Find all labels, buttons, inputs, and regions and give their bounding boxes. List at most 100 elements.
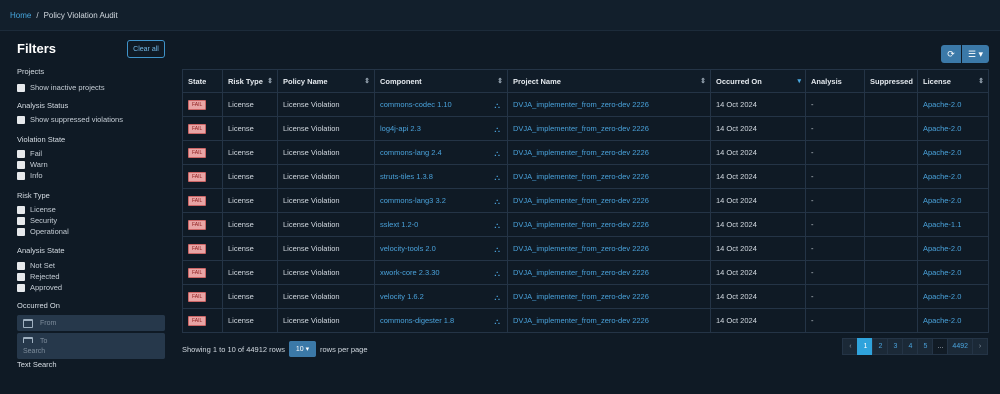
license-link[interactable]: Apache-2.0 <box>923 244 961 253</box>
column-header-license[interactable]: License ⇕ <box>917 69 989 93</box>
clear-all-button[interactable]: Clear all <box>127 40 165 58</box>
column-header-state[interactable]: State <box>182 69 223 93</box>
text-search-input[interactable]: Search <box>17 343 165 359</box>
pagination-last-page[interactable]: 4492 <box>947 338 973 355</box>
dependency-graph-icon[interactable]: ⛬ <box>494 269 500 279</box>
license-link[interactable]: Apache-2.0 <box>923 268 961 277</box>
component-link[interactable]: commons-lang 2.4 <box>380 148 442 157</box>
column-header-project-name[interactable]: Project Name ⇕ <box>507 69 711 93</box>
license-link[interactable]: Apache-2.0 <box>923 316 961 325</box>
violation-state-warn-checkbox[interactable]: Warn <box>17 160 48 169</box>
column-header-analysis[interactable]: Analysis <box>805 69 865 93</box>
license-cell: Apache-2.0 <box>917 92 989 117</box>
calendar-icon[interactable] <box>23 318 33 328</box>
component-link[interactable]: xwork-core 2.3.30 <box>380 268 440 277</box>
pagination-next-button[interactable]: › <box>972 338 988 355</box>
component-link[interactable]: sslext 1.2-0 <box>380 220 418 229</box>
dependency-graph-icon[interactable]: ⛬ <box>494 293 500 303</box>
project-link[interactable]: DVJA_implementer_from_zero-dev 2226 <box>513 244 649 253</box>
license-link[interactable]: Apache-2.0 <box>923 148 961 157</box>
risk-type-license-checkbox[interactable]: License <box>17 205 56 214</box>
checkbox-box[interactable] <box>17 83 25 92</box>
component-link[interactable]: velocity-tools 2.0 <box>380 244 436 253</box>
checkbox-box[interactable] <box>17 272 25 281</box>
project-link[interactable]: DVJA_implementer_from_zero-dev 2226 <box>513 196 649 205</box>
dependency-graph-icon[interactable]: ⛬ <box>494 197 500 207</box>
license-link[interactable]: Apache-2.0 <box>923 196 961 205</box>
policy-name-cell: License Violation <box>277 188 375 213</box>
dependency-graph-icon[interactable]: ⛬ <box>494 317 500 327</box>
project-link[interactable]: DVJA_implementer_from_zero-dev 2226 <box>513 268 649 277</box>
project-link[interactable]: DVJA_implementer_from_zero-dev 2226 <box>513 220 649 229</box>
license-link[interactable]: Apache-2.0 <box>923 124 961 133</box>
sort-icon[interactable]: ⇕ <box>364 77 370 85</box>
analysis-state-approved-checkbox[interactable]: Approved <box>17 283 62 292</box>
risk-type-operational-checkbox[interactable]: Operational <box>17 227 69 236</box>
component-link[interactable]: struts-tiles 1.3.8 <box>380 172 433 181</box>
show-inactive-projects-checkbox[interactable]: Show inactive projects <box>17 83 105 92</box>
license-link[interactable]: Apache-2.0 <box>923 172 961 181</box>
component-link[interactable]: commons-lang3 3.2 <box>380 196 446 205</box>
pagination-prev-button[interactable]: ‹ <box>842 338 859 355</box>
project-link[interactable]: DVJA_implementer_from_zero-dev 2226 <box>513 100 649 109</box>
checkbox-box[interactable] <box>17 283 25 292</box>
rows-per-page-select[interactable]: 10 ▾ <box>289 341 316 357</box>
checkbox-box[interactable] <box>17 115 25 124</box>
checkbox-box[interactable] <box>17 227 25 236</box>
fail-badge: FAIL <box>188 292 207 302</box>
component-link[interactable]: log4j-api 2.3 <box>380 124 421 133</box>
project-link[interactable]: DVJA_implementer_from_zero-dev 2226 <box>513 148 649 157</box>
project-link[interactable]: DVJA_implementer_from_zero-dev 2226 <box>513 124 649 133</box>
violation-state-fail-checkbox[interactable]: Fail <box>17 149 42 158</box>
column-header-component[interactable]: Component ⇕ <box>374 69 508 93</box>
sort-icon[interactable]: ⇕ <box>700 77 706 85</box>
sort-icon[interactable]: ⇕ <box>267 77 273 85</box>
pagination-page-5[interactable]: 5 <box>917 338 934 355</box>
refresh-button[interactable]: ⟳ <box>941 45 961 63</box>
analysis-state-rejected-checkbox[interactable]: Rejected <box>17 272 60 281</box>
component-link[interactable]: velocity 1.6.2 <box>380 292 424 301</box>
component-cell: xwork-core 2.3.30 ⛬ <box>374 260 508 285</box>
dependency-graph-icon[interactable]: ⛬ <box>494 173 500 183</box>
risk-type-security-checkbox[interactable]: Security <box>17 216 57 225</box>
component-link[interactable]: commons-codec 1.10 <box>380 100 452 109</box>
license-link[interactable]: Apache-1.1 <box>923 220 961 229</box>
dependency-graph-icon[interactable]: ⛬ <box>494 101 500 111</box>
pagination-page-2[interactable]: 2 <box>872 338 889 355</box>
columns-toggle-button[interactable]: ☰ ▾ <box>962 45 989 63</box>
breadcrumb-home-link[interactable]: Home <box>10 11 31 20</box>
pagination-page-4[interactable]: 4 <box>902 338 919 355</box>
column-header-occurred-on[interactable]: Occurred On ▾ <box>710 69 806 93</box>
dependency-graph-icon[interactable]: ⛬ <box>494 125 500 135</box>
checkbox-box[interactable] <box>17 149 25 158</box>
breadcrumb-current: Policy Violation Audit <box>43 10 118 20</box>
checkbox-box[interactable] <box>17 160 25 169</box>
license-cell: Apache-2.0 <box>917 236 989 261</box>
project-link[interactable]: DVJA_implementer_from_zero-dev 2226 <box>513 172 649 181</box>
project-link[interactable]: DVJA_implementer_from_zero-dev 2226 <box>513 292 649 301</box>
date-from-input[interactable]: From <box>17 315 165 331</box>
license-link[interactable]: Apache-2.0 <box>923 292 961 301</box>
analysis-cell: - <box>805 260 865 285</box>
sort-descending-icon[interactable]: ▾ <box>797 77 801 85</box>
pagination-page-1[interactable]: 1 <box>857 338 874 355</box>
sort-icon[interactable]: ⇕ <box>497 77 503 85</box>
column-header-risk-type[interactable]: Risk Type ⇕ <box>222 69 278 93</box>
column-header-suppressed[interactable]: Suppressed <box>864 69 918 93</box>
project-link[interactable]: DVJA_implementer_from_zero-dev 2226 <box>513 316 649 325</box>
checkbox-box[interactable] <box>17 205 25 214</box>
column-header-policy-name[interactable]: Policy Name ⇕ <box>277 69 375 93</box>
analysis-state-not-set-checkbox[interactable]: Not Set <box>17 261 55 270</box>
checkbox-box[interactable] <box>17 261 25 270</box>
violation-state-info-checkbox[interactable]: Info <box>17 171 43 180</box>
license-link[interactable]: Apache-2.0 <box>923 100 961 109</box>
component-link[interactable]: commons-digester 1.8 <box>380 316 454 325</box>
checkbox-box[interactable] <box>17 216 25 225</box>
dependency-graph-icon[interactable]: ⛬ <box>494 221 500 231</box>
dependency-graph-icon[interactable]: ⛬ <box>494 245 500 255</box>
sort-icon[interactable]: ⇕ <box>978 77 984 85</box>
show-suppressed-violations-checkbox[interactable]: Show suppressed violations <box>17 115 123 124</box>
dependency-graph-icon[interactable]: ⛬ <box>494 149 500 159</box>
pagination-page-3[interactable]: 3 <box>887 338 904 355</box>
checkbox-box[interactable] <box>17 171 25 180</box>
